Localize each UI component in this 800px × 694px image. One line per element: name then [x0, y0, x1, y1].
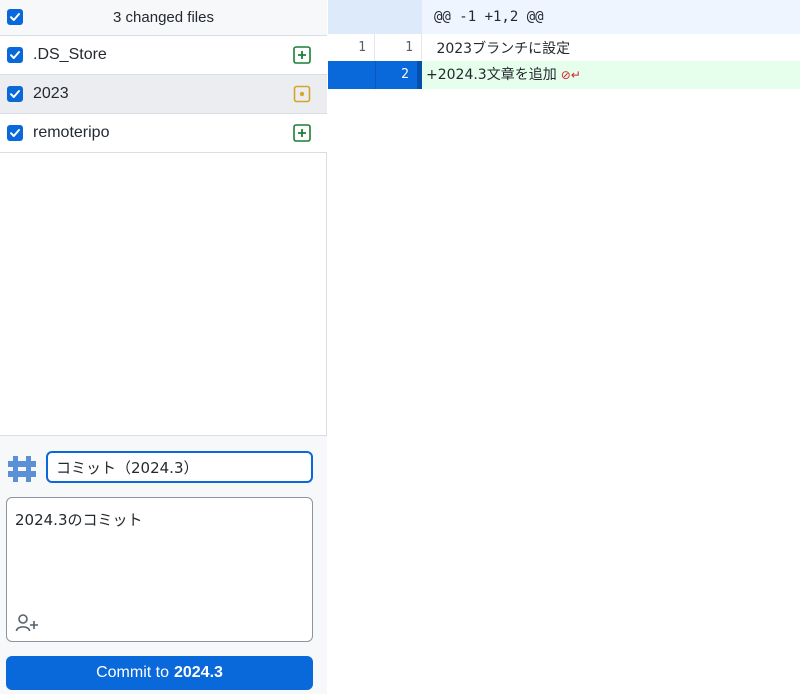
no-newline-icon: ⊘↵: [560, 67, 581, 82]
select-all-checkbox[interactable]: [7, 9, 23, 25]
add-coauthor-icon[interactable]: [15, 613, 39, 633]
file-row-2023[interactable]: 2023: [0, 75, 327, 114]
diff-line-added[interactable]: 2 +2024.3文章を追加 ⊘↵: [328, 60, 800, 89]
hunk-gutter-old: [328, 0, 375, 34]
file-name: 2023: [33, 85, 69, 102]
file-added-icon: [293, 124, 311, 142]
changed-files-count: 3 changed files: [113, 9, 214, 26]
diff-view: @@ -1 +1,2 @@ 1 1 2023ブランチに設定 2 +2024.3文…: [328, 0, 800, 694]
hunk-gutter-new: [375, 0, 422, 34]
file-name: remoteripo: [33, 124, 110, 141]
commit-description-text: 2024.3のコミット: [15, 511, 143, 529]
commit-summary-input[interactable]: [46, 451, 313, 483]
file-checkbox[interactable]: [7, 86, 23, 102]
old-line-number: 1: [328, 34, 375, 61]
commit-form: 2024.3のコミット Commit to 2024.3: [0, 435, 327, 694]
file-row-ds-store[interactable]: .DS_Store: [0, 36, 327, 75]
user-avatar-icon: [7, 454, 37, 484]
diff-line-text: +2024.3文章を追加 ⊘↵: [422, 60, 800, 89]
file-modified-icon: [293, 85, 311, 103]
file-checkbox[interactable]: [7, 47, 23, 63]
check-icon: [10, 129, 20, 137]
hunk-header-text: @@ -1 +1,2 @@: [434, 9, 544, 25]
file-checkbox[interactable]: [7, 125, 23, 141]
check-icon: [10, 13, 20, 21]
changes-header: 3 changed files: [0, 0, 327, 36]
changes-panel: 3 changed files .DS_Store 2023 remoterip…: [0, 0, 327, 694]
check-icon: [10, 90, 20, 98]
hunk-header[interactable]: @@ -1 +1,2 @@: [328, 0, 800, 34]
commit-button-branch: 2024.3: [173, 664, 223, 681]
commit-button[interactable]: Commit to 2024.3: [6, 656, 313, 690]
diff-line-context[interactable]: 1 1 2023ブランチに設定: [328, 34, 800, 61]
check-icon: [10, 51, 20, 59]
file-name: .DS_Store: [33, 46, 107, 63]
old-line-number: [328, 60, 375, 89]
file-row-remoteripo[interactable]: remoteripo: [0, 114, 327, 153]
diff-line-text: 2023ブランチに設定: [432, 40, 571, 57]
added-line-content: +2024.3文章を追加: [426, 66, 557, 83]
new-line-number: 1: [375, 34, 422, 61]
new-line-number: 2: [375, 60, 422, 89]
commit-description-field[interactable]: 2024.3のコミット: [6, 497, 313, 642]
file-added-icon: [293, 46, 311, 64]
commit-button-prefix: Commit to: [96, 664, 169, 681]
